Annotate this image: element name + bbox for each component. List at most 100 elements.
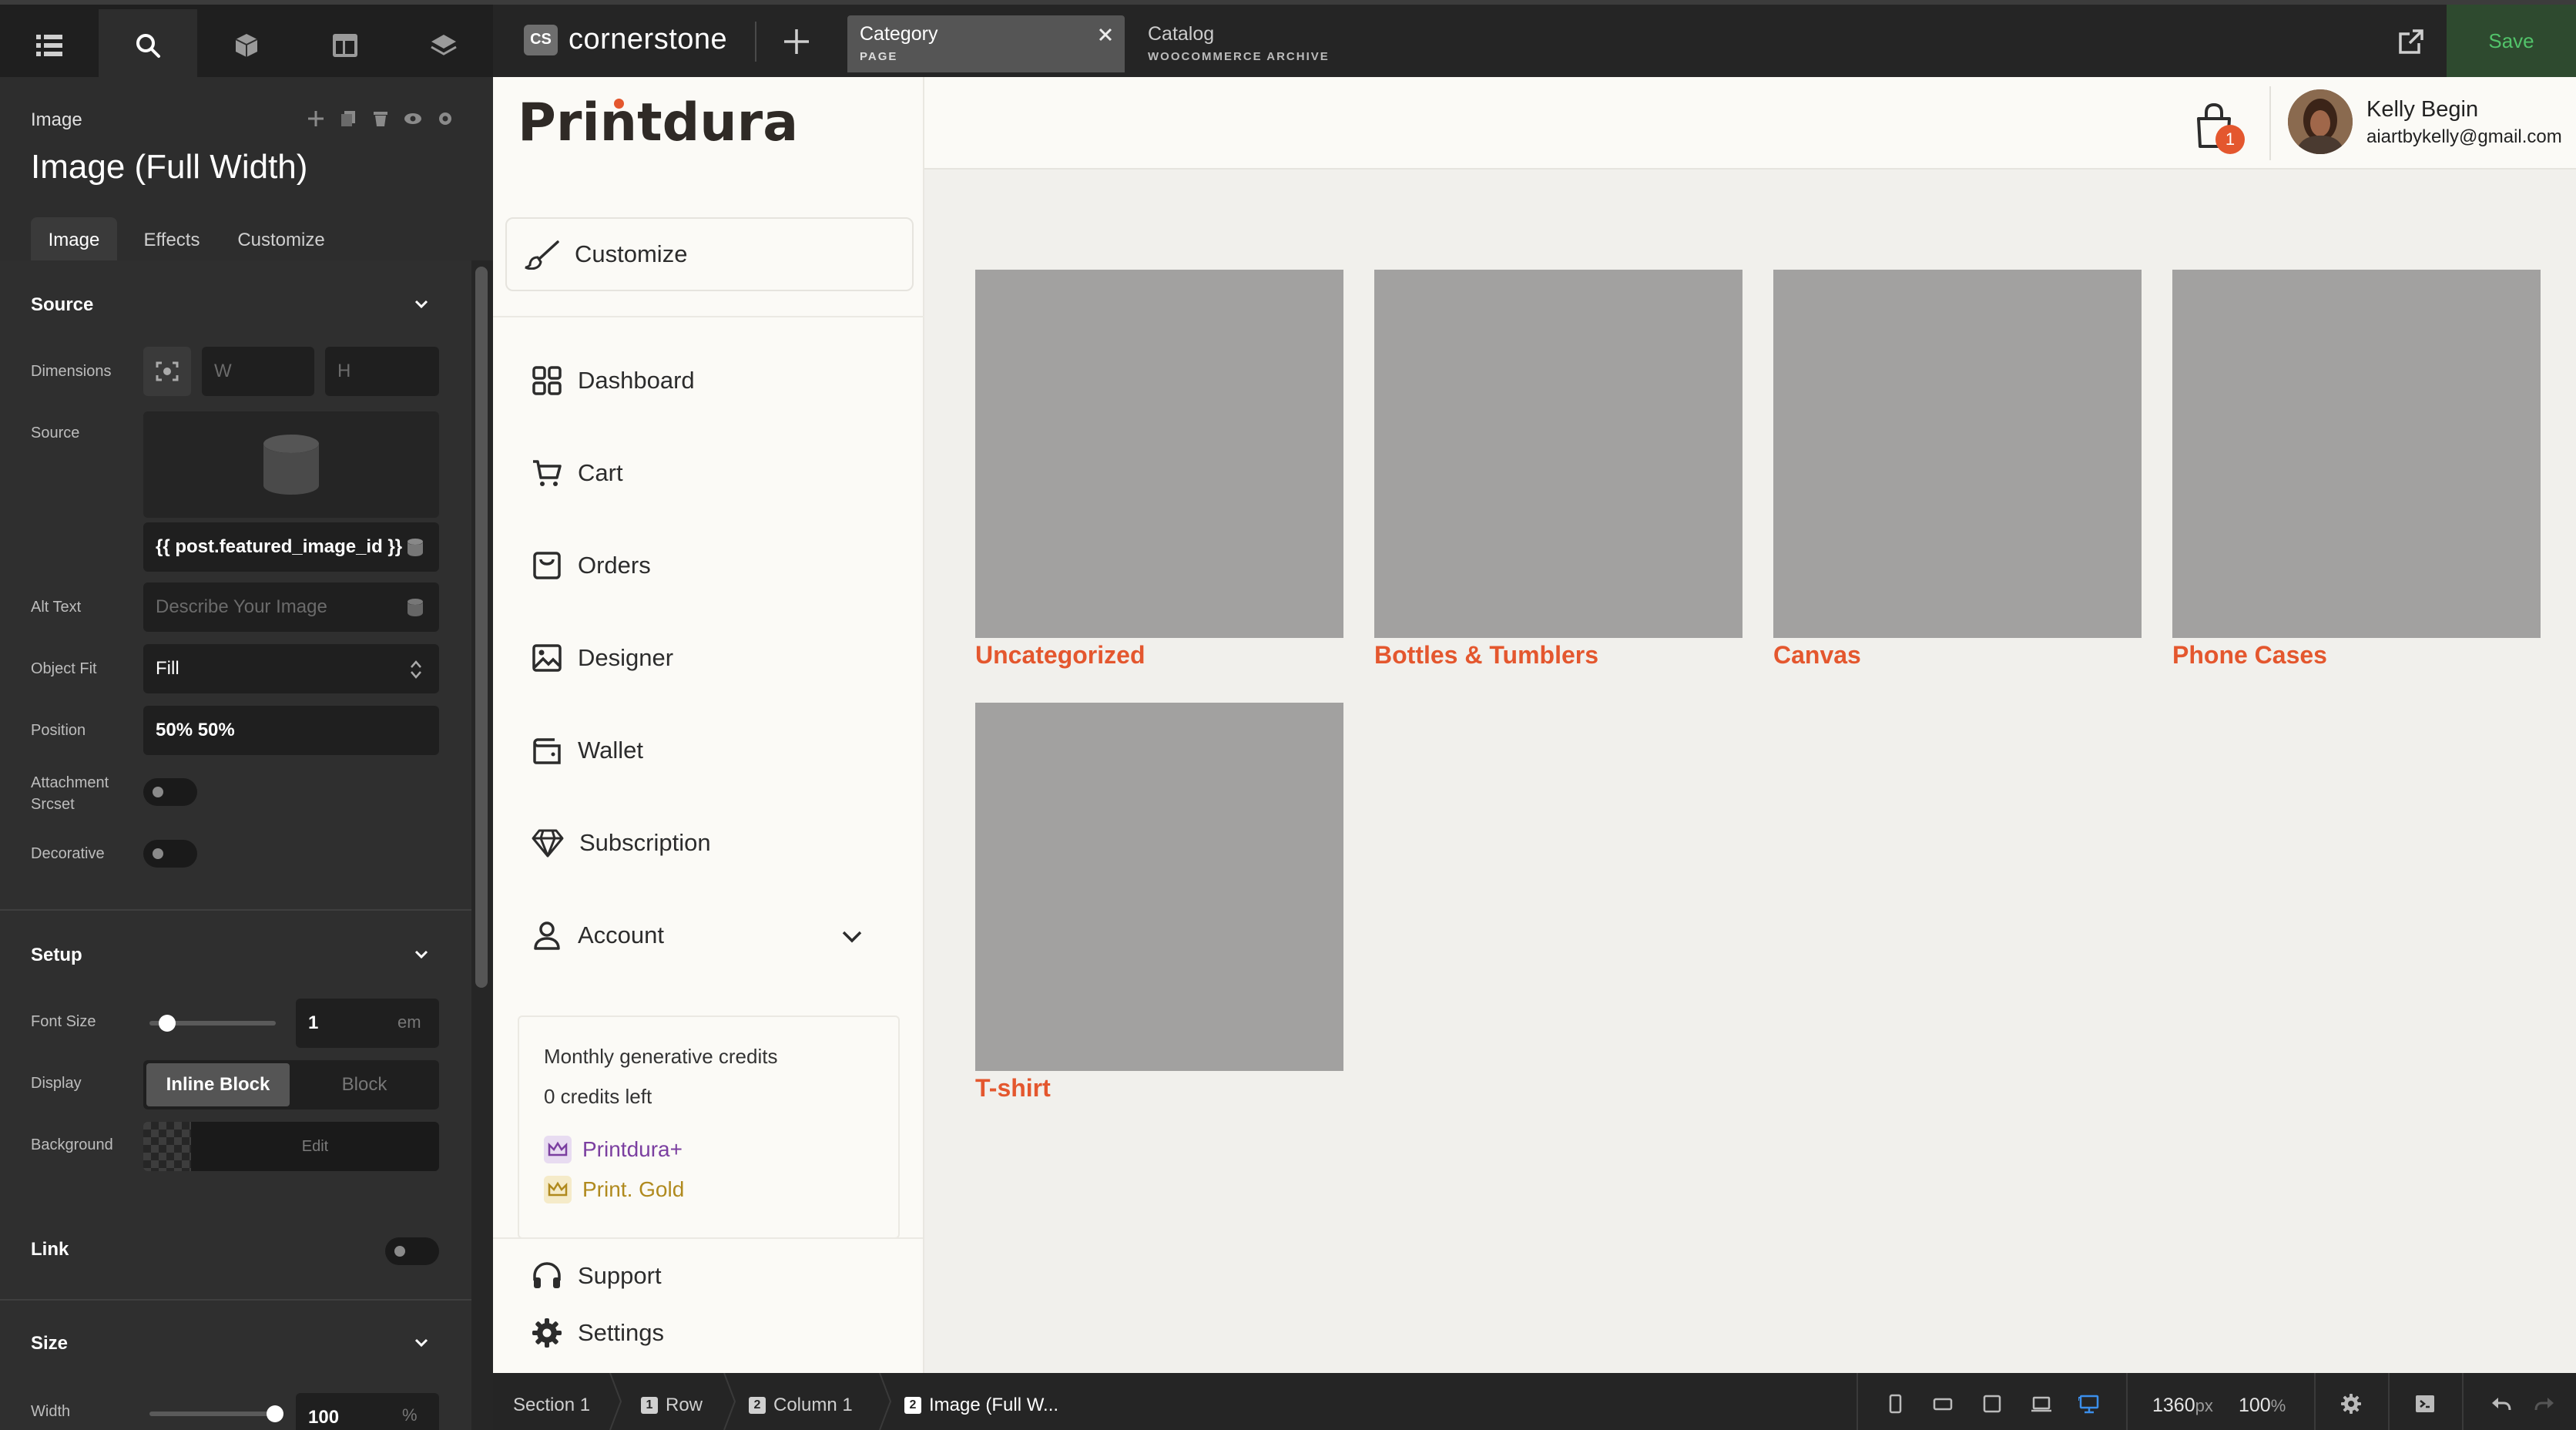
nav-item-designer[interactable]: Designer	[532, 643, 673, 673]
chevron-down-icon[interactable]	[413, 296, 430, 313]
nav-item-support[interactable]: Support	[532, 1260, 662, 1291]
zoom-readout[interactable]: 100%	[2239, 1395, 2286, 1417]
nav-item-subscription[interactable]: Subscription	[532, 827, 711, 858]
laptop-icon[interactable]	[2031, 1393, 2052, 1415]
breadcrumb-image[interactable]: 2 Image (Full W...	[904, 1395, 1058, 1416]
breadcrumb-column[interactable]: 2 Column 1	[749, 1395, 853, 1416]
cornerstone-badge: CS	[524, 24, 558, 55]
link-toggle[interactable]	[385, 1237, 439, 1265]
position-input[interactable]: 50% 50%	[143, 706, 439, 755]
tab-image[interactable]: Image	[31, 217, 117, 260]
source-dynamic-input[interactable]: {{ post.featured_image_id }}	[143, 522, 439, 572]
category-label-t-shirt[interactable]: T-shirt	[975, 1074, 1051, 1103]
add-icon[interactable]	[778, 23, 815, 60]
eye-icon[interactable]	[404, 109, 422, 128]
external-link-icon[interactable]	[2396, 26, 2427, 57]
nav-item-cart[interactable]: Cart	[532, 458, 623, 488]
nav-item-dashboard[interactable]: Dashboard	[532, 365, 695, 396]
width-slider-knob[interactable]	[267, 1405, 283, 1422]
doc-tab-catalog[interactable]: Catalog WOOCOMMERCE ARCHIVE	[1135, 15, 1367, 72]
gear-icon[interactable]	[2340, 1393, 2362, 1415]
updown-chevron-icon	[411, 660, 421, 679]
width-unit[interactable]: %	[402, 1405, 418, 1425]
tablet-icon[interactable]	[1981, 1393, 2003, 1415]
plan-printdura-plus[interactable]: Printdura+	[544, 1136, 683, 1163]
dynamic-content-icon[interactable]	[407, 538, 424, 556]
nav-item-orders[interactable]: Orders	[532, 550, 651, 581]
section-link-title[interactable]: Link	[31, 1239, 69, 1260]
nav-item-account[interactable]: Account	[532, 920, 664, 951]
breadcrumb-row[interactable]: 1 Row	[641, 1395, 703, 1416]
chevron-down-icon[interactable]	[413, 946, 430, 963]
chevron-down-icon[interactable]	[413, 1334, 430, 1351]
layers-button[interactable]	[394, 9, 493, 82]
alt-text-input[interactable]: Describe Your Image	[143, 582, 439, 632]
width-value-input[interactable]: 100	[296, 1393, 439, 1430]
image-source-dropzone[interactable]	[143, 411, 439, 518]
customize-button[interactable]: Customize	[505, 217, 914, 291]
section-source-title[interactable]: Source	[31, 294, 93, 316]
doc-tab-title: Category	[860, 23, 938, 45]
doc-tab-category[interactable]: Category PAGE	[847, 15, 1125, 72]
nav-item-settings[interactable]: Settings	[532, 1318, 664, 1348]
category-label-canvas[interactable]: Canvas	[1773, 641, 1861, 670]
user-name[interactable]: Kelly Begin	[2366, 97, 2478, 123]
inspector-scrollbar-thumb[interactable]	[475, 267, 488, 988]
search-button[interactable]	[99, 9, 197, 82]
close-icon[interactable]	[1097, 26, 1114, 43]
dynamic-content-icon[interactable]	[407, 598, 424, 616]
chevron-down-icon[interactable]	[840, 928, 864, 946]
plan-print-gold[interactable]: Print. Gold	[544, 1176, 684, 1203]
nav-label: Wallet	[578, 737, 643, 764]
category-image-t-shirt[interactable]	[975, 703, 1343, 1071]
attachment-srcset-toggle[interactable]	[143, 778, 197, 806]
database-icon	[263, 435, 319, 495]
display-option-inline-block[interactable]: Inline Block	[146, 1063, 290, 1106]
category-label-bottles-tumblers[interactable]: Bottles & Tumblers	[1374, 641, 1598, 670]
redo-icon[interactable]	[2534, 1393, 2556, 1415]
display-option-block[interactable]: Block	[293, 1063, 436, 1106]
gear-icon[interactable]	[436, 109, 454, 128]
section-setup-title[interactable]: Setup	[31, 945, 82, 966]
object-fit-select[interactable]: Fill	[143, 644, 439, 693]
tab-customize[interactable]: Customize	[223, 217, 339, 260]
outline-menu-button[interactable]	[0, 9, 99, 82]
layout-button[interactable]	[296, 9, 394, 82]
focus-toggle-button[interactable]	[143, 347, 191, 396]
duplicate-icon[interactable]	[339, 109, 357, 128]
category-image-uncategorized[interactable]	[975, 270, 1343, 638]
category-image-phone-cases[interactable]	[2172, 270, 2541, 638]
code-editor-icon[interactable]	[2414, 1393, 2436, 1415]
height-input[interactable]: H	[325, 347, 439, 396]
desktop-icon[interactable]	[2078, 1393, 2100, 1415]
avatar[interactable]	[2288, 89, 2353, 154]
breadcrumb-number: 1	[641, 1397, 658, 1414]
move-icon[interactable]	[307, 109, 325, 128]
phone-portrait-icon[interactable]	[1884, 1393, 1906, 1415]
background-edit-button[interactable]: Edit	[191, 1122, 439, 1171]
section-size-title[interactable]: Size	[31, 1333, 68, 1354]
tab-effects[interactable]: Effects	[126, 217, 217, 260]
undo-icon[interactable]	[2490, 1393, 2511, 1415]
category-label-phone-cases[interactable]: Phone Cases	[2172, 641, 2327, 670]
site-logo[interactable]: Printdura	[518, 92, 798, 153]
category-image-canvas[interactable]	[1773, 270, 2142, 638]
width-slider-track[interactable]	[149, 1412, 276, 1416]
elements-button[interactable]	[197, 9, 296, 82]
delete-icon[interactable]	[371, 109, 390, 128]
category-label-uncategorized[interactable]: Uncategorized	[975, 641, 1145, 670]
breadcrumb-section[interactable]: Section 1	[513, 1395, 590, 1416]
background-swatch[interactable]	[143, 1122, 191, 1171]
phone-landscape-icon[interactable]	[1932, 1393, 1954, 1415]
save-button[interactable]: Save	[2447, 5, 2576, 77]
width-input[interactable]: W	[202, 347, 314, 396]
cornerstone-logo[interactable]: CS cornerstone	[524, 23, 727, 56]
diamond-icon	[532, 829, 564, 858]
attachment-srcset-label-line2: Srcset	[31, 796, 75, 813]
viewport-width-readout[interactable]: 1360px	[2152, 1395, 2213, 1417]
nav-item-wallet[interactable]: Wallet	[532, 735, 643, 766]
decorative-toggle[interactable]	[143, 840, 197, 868]
category-image-bottles-tumblers[interactable]	[1374, 270, 1742, 638]
font-size-slider-knob[interactable]	[159, 1015, 176, 1032]
font-size-unit[interactable]: em	[397, 1012, 421, 1032]
